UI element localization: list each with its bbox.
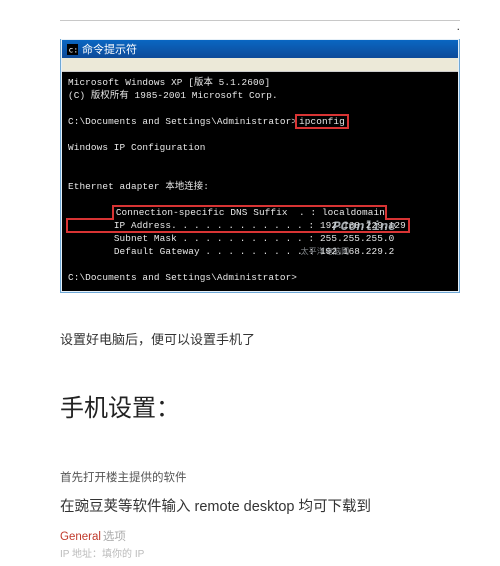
divider-dot: .	[60, 19, 460, 33]
cmd-prompt1-prefix: C:\Documents and Settings\Administrator>	[68, 116, 297, 127]
paragraph-remote-desktop: 在豌豆荚等软件输入 remote desktop 均可下载到	[60, 495, 460, 516]
cmd-line-os: Microsoft Windows XP [版本 5.1.2600]	[68, 77, 270, 88]
watermark-main: PConline	[333, 219, 396, 234]
watermark-sub: 太平洋电脑网	[254, 246, 396, 259]
general-options-label: General选项	[60, 528, 460, 544]
cmd-ipconfig-highlight: ipconfig	[297, 116, 347, 127]
cmd-icon: c:	[66, 43, 78, 55]
cmd-prompt1-cmd: ipconfig	[299, 116, 345, 127]
cmd-console: Microsoft Windows XP [版本 5.1.2600] (C) 版…	[62, 72, 458, 291]
screenshot-frame: c: 命令提示符 Microsoft Windows XP [版本 5.1.26…	[60, 39, 460, 293]
paragraph-after-screenshot: 设置好电脑后，便可以设置手机了	[60, 329, 460, 348]
cmd-menubar	[62, 58, 458, 72]
cmd-ipconf-header: Windows IP Configuration	[68, 142, 205, 153]
watermark-android-icon: 361zn.com	[418, 253, 450, 287]
cutoff-text: IP 地址：填你的 IP	[60, 545, 460, 560]
cmd-line-copyright: (C) 版权所有 1985-2001 Microsoft Corp.	[68, 90, 278, 101]
cmd-titlebar: c: 命令提示符	[62, 40, 458, 58]
paragraph-open-software: 首先打开楼主提供的软件	[60, 469, 460, 485]
svg-text:c:: c:	[68, 45, 78, 54]
general-label-grey: 选项	[103, 531, 126, 543]
cmd-adapter-header: Ethernet adapter 本地连接:	[68, 181, 209, 192]
cmd-title: 命令提示符	[82, 41, 137, 57]
cmd-window: c: 命令提示符 Microsoft Windows XP [版本 5.1.26…	[62, 40, 458, 291]
section-heading-phone-settings: 手机设置：	[60, 388, 460, 423]
general-label-red: General	[60, 531, 101, 543]
watermark-pconline: PConline 太平洋电脑网	[254, 207, 396, 285]
